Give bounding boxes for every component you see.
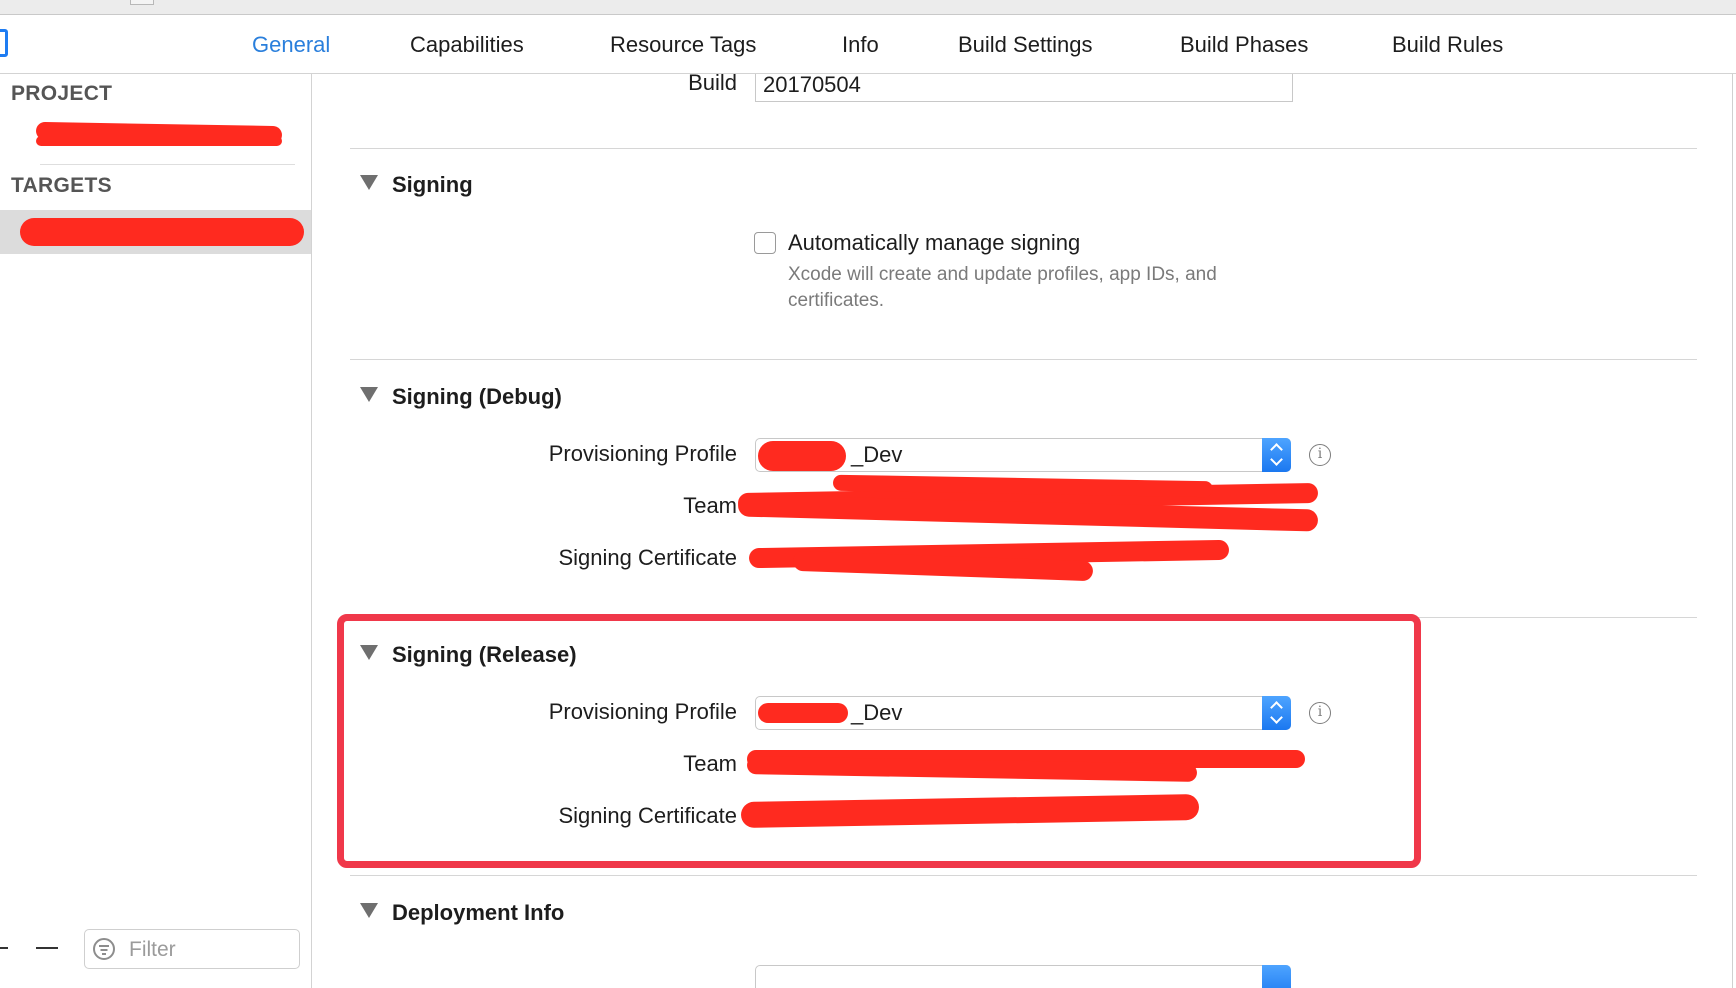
tab-general[interactable]: General (252, 32, 330, 58)
show-targets-toggle-icon[interactable] (0, 29, 8, 57)
release-team-label: Team (683, 751, 737, 776)
auto-manage-signing-checkbox[interactable] (754, 232, 776, 254)
section-divider (350, 617, 1697, 618)
disclosure-triangle-icon[interactable] (360, 387, 378, 402)
info-icon[interactable]: i (1309, 444, 1331, 466)
section-title-deployment-info: Deployment Info (392, 900, 565, 925)
project-list-item[interactable] (0, 116, 311, 160)
release-signing-certificate-label: Signing Certificate (558, 803, 737, 828)
disclosure-triangle-icon[interactable] (360, 645, 378, 660)
debug-profile-label-box: Provisioning Profile (313, 441, 737, 471)
tab-build-rules[interactable]: Build Rules (1392, 32, 1503, 58)
release-provisioning-profile-label: Provisioning Profile (548, 699, 737, 724)
remove-target-button[interactable] (36, 947, 58, 949)
debug-provisioning-profile-label: Provisioning Profile (548, 441, 737, 466)
general-settings-pane: Build Signing Automatically manage signi… (313, 74, 1736, 988)
disclosure-triangle-icon[interactable] (360, 175, 378, 190)
filter-input[interactable] (127, 936, 291, 964)
debug-provisioning-profile-popup[interactable]: _Dev (755, 438, 1291, 472)
section-divider (350, 359, 1697, 360)
targets-section-header: TARGETS (11, 174, 112, 197)
popup-stepper-icon (1262, 696, 1291, 730)
debug-team-label: Team (683, 493, 737, 518)
project-section-header: PROJECT (11, 82, 113, 105)
release-provisioning-profile-popup[interactable]: _Dev (755, 696, 1291, 730)
tab-build-phases[interactable]: Build Phases (1180, 32, 1308, 58)
disclosure-triangle-icon[interactable] (360, 903, 378, 918)
filter-field[interactable] (84, 929, 300, 969)
section-divider (350, 148, 1697, 149)
build-label-box: Build (313, 74, 737, 100)
section-title-signing-debug: Signing (Debug) (392, 384, 562, 409)
debug-signing-certificate-label: Signing Certificate (558, 545, 737, 570)
tab-capabilities[interactable]: Capabilities (410, 32, 524, 58)
redaction-mark (758, 703, 848, 723)
popup-stepper-icon (1262, 438, 1291, 472)
redaction-mark (20, 218, 304, 246)
tab-build-settings[interactable]: Build Settings (958, 32, 1093, 58)
window-top-strip (0, 0, 1736, 15)
section-divider (350, 875, 1697, 876)
add-target-button[interactable] (0, 947, 8, 949)
debug-team-label-box: Team (313, 493, 737, 523)
tab-info[interactable]: Info (842, 32, 879, 58)
release-team-label-box: Team (313, 751, 737, 781)
tab-resource-tags[interactable]: Resource Tags (610, 32, 756, 58)
redaction-mark (758, 441, 846, 471)
info-icon[interactable]: i (1309, 702, 1331, 724)
project-navigator-sidebar: PROJECT TARGETS (0, 74, 312, 988)
debug-provisioning-profile-value: _Dev (851, 442, 903, 467)
build-label: Build (688, 74, 737, 95)
toolbar-stub (130, 0, 154, 5)
sidebar-divider (40, 164, 295, 165)
filter-icon (93, 938, 115, 960)
release-cert-label-box: Signing Certificate (313, 803, 737, 833)
editor-tab-bar: General Capabilities Resource Tags Info … (0, 15, 1736, 74)
release-profile-label-box: Provisioning Profile (313, 699, 737, 729)
redaction-mark (740, 794, 1200, 828)
auto-manage-signing-label: Automatically manage signing (788, 230, 1081, 255)
release-provisioning-profile-value: _Dev (851, 700, 903, 725)
scrollbar-track[interactable] (1732, 74, 1733, 988)
section-title-signing-release: Signing (Release) (392, 642, 577, 667)
redaction-mark (36, 136, 282, 146)
popup-stepper-icon (1262, 965, 1291, 988)
section-title-signing: Signing (392, 172, 473, 197)
deployment-target-popup[interactable] (755, 965, 1291, 988)
debug-cert-label-box: Signing Certificate (313, 545, 737, 575)
auto-manage-signing-description: Xcode will create and update profiles, a… (788, 264, 1217, 311)
target-list-item[interactable] (0, 210, 311, 254)
build-number-field[interactable] (755, 74, 1293, 102)
